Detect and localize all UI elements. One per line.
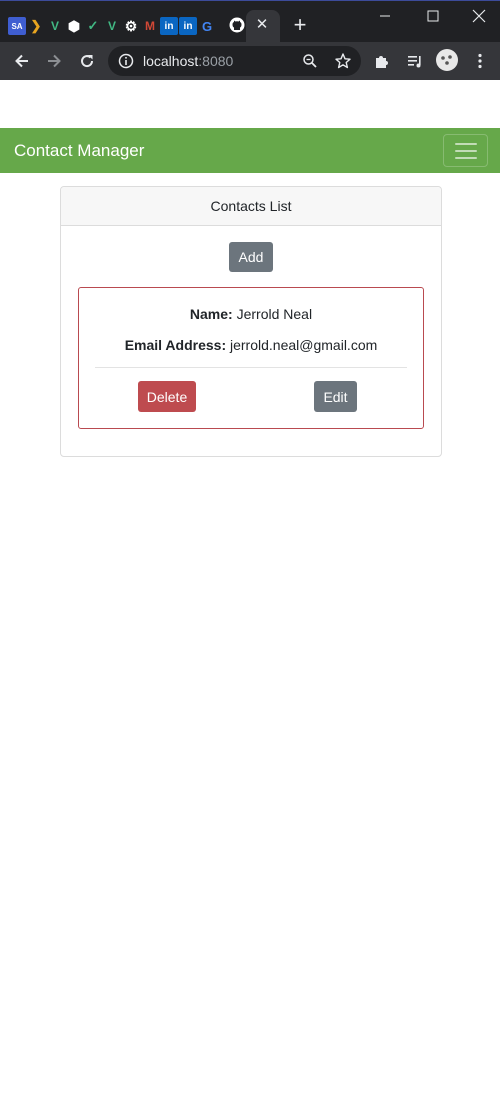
minimize-icon[interactable] — [370, 5, 400, 27]
navbar-brand[interactable]: Contact Manager — [14, 140, 144, 161]
address-bar[interactable]: localhost:8080 — [108, 46, 361, 76]
star-icon[interactable] — [334, 52, 352, 70]
tab-vue-b-icon[interactable]: V — [46, 17, 64, 35]
zoom-icon[interactable] — [302, 53, 318, 69]
contact-item: Name: Jerrold Neal Email Address: jerrol… — [78, 287, 424, 429]
add-contact-button[interactable]: Add — [229, 242, 273, 272]
arrow-left-icon[interactable] — [10, 50, 34, 72]
tab-close-icon[interactable]: ✕ — [253, 16, 271, 34]
email-label: Email Address: — [124, 337, 227, 353]
url-host: localhost — [143, 53, 199, 69]
contact-email-row: Email Address: jerrold.neal@gmail.com — [79, 337, 423, 353]
tab-hex-icon[interactable]: ⬢ — [65, 17, 83, 35]
url-text[interactable]: localhost:8080 — [143, 53, 233, 69]
tab-chevron-icon[interactable]: ❯ — [27, 17, 45, 35]
info-icon[interactable] — [118, 53, 134, 69]
puzzle-icon[interactable] — [370, 50, 394, 72]
avatar-icon[interactable] — [435, 48, 459, 72]
tab-vue-icon[interactable]: V — [103, 17, 121, 35]
maximize-icon[interactable] — [418, 5, 448, 27]
hamburger-icon — [455, 143, 477, 145]
tab-gmail-icon[interactable]: M — [141, 17, 159, 35]
divider — [95, 367, 407, 368]
arrow-right-icon[interactable] — [42, 50, 66, 72]
tab-check-icon[interactable]: ✓ — [84, 17, 102, 35]
url-port: :8080 — [198, 53, 234, 69]
kebab-menu-icon[interactable] — [468, 50, 492, 72]
name-label: Name: — [189, 306, 233, 322]
reload-icon[interactable] — [75, 50, 99, 72]
hamburger-icon — [455, 150, 477, 152]
tab-linkedin-icon[interactable]: in — [179, 17, 197, 35]
contacts-card: Contacts List Add Name: Jerrold Neal Ema… — [60, 186, 442, 457]
tab-linkedin-icon[interactable]: in — [160, 17, 178, 35]
card-title: Contacts List — [210, 198, 292, 214]
browser-toolbar: localhost:8080 — [0, 42, 500, 80]
navbar-toggler-button[interactable] — [443, 134, 488, 167]
card-header: Contacts List — [61, 187, 441, 226]
contact-name-row: Name: Jerrold Neal — [79, 306, 423, 322]
browser-tab-strip: SA ❯ V ⬢ ✓ V ⚙ M in in G ✕ + — [0, 0, 500, 44]
navbar: Contact Manager — [0, 128, 500, 173]
media-list-icon[interactable] — [403, 50, 427, 72]
delete-contact-button[interactable]: Delete — [138, 381, 196, 412]
window-close-icon[interactable] — [464, 5, 494, 27]
tab-gear-icon[interactable]: ⚙ — [122, 17, 140, 35]
github-icon[interactable] — [229, 17, 245, 33]
new-tab-plus-icon[interactable]: + — [290, 14, 310, 36]
edit-contact-button[interactable]: Edit — [314, 381, 357, 412]
contact-email: jerrold.neal@gmail.com — [230, 337, 378, 353]
contact-name: Jerrold Neal — [236, 306, 313, 322]
tab-sa-icon[interactable]: SA — [8, 17, 26, 35]
tab-google-icon[interactable]: G — [198, 17, 216, 35]
pinned-tabs: SA ❯ V ⬢ ✓ V ⚙ M in in G — [8, 17, 216, 35]
hamburger-icon — [455, 157, 477, 159]
